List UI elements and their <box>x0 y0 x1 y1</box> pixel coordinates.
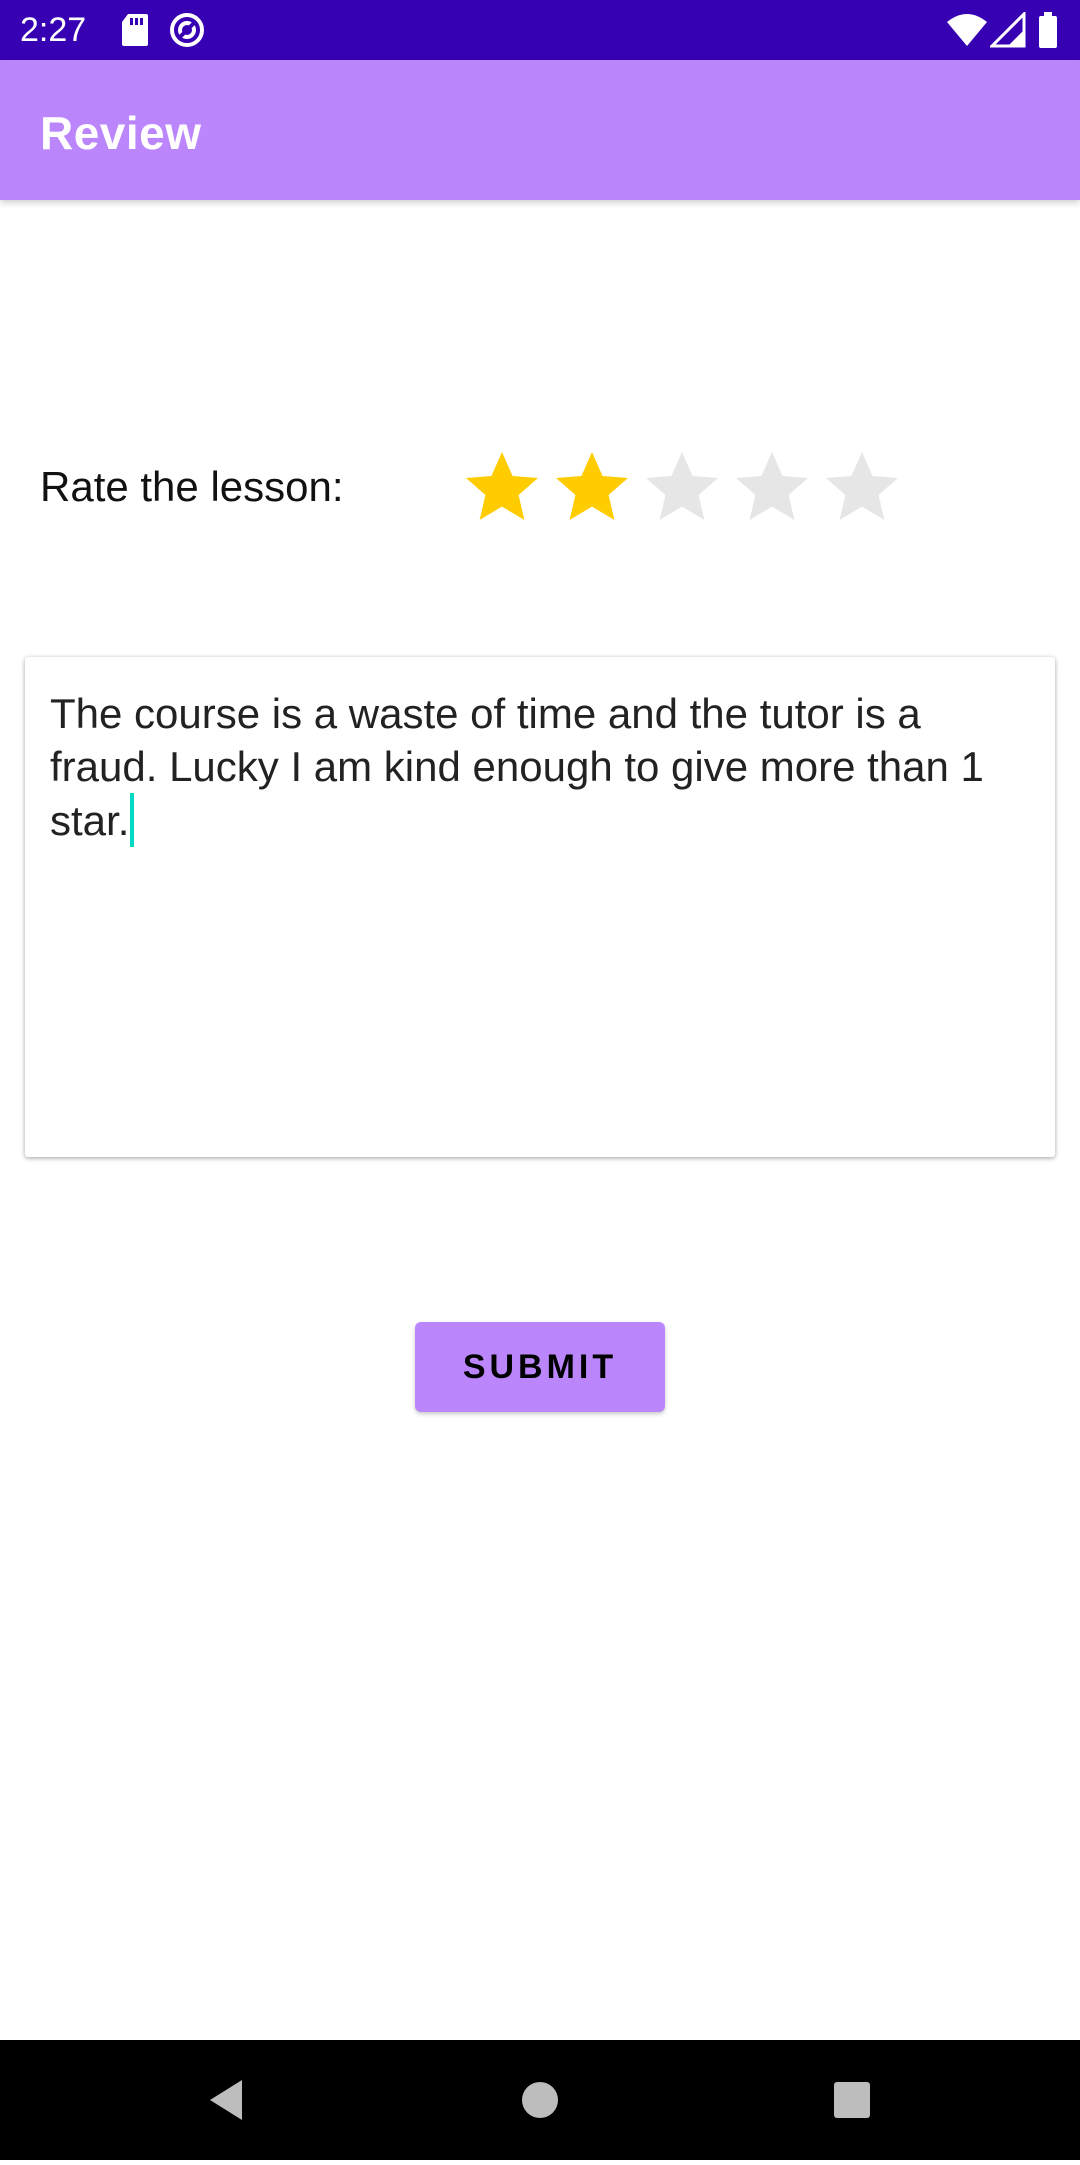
sync-icon <box>168 12 206 53</box>
star-empty-icon[interactable] <box>642 448 722 528</box>
back-icon[interactable] <box>190 2040 260 2165</box>
star-empty-icon[interactable] <box>822 448 902 528</box>
review-text: The course is a waste of time and the tu… <box>50 690 996 844</box>
rating-bar[interactable] <box>462 448 912 528</box>
star-filled-icon[interactable] <box>552 448 632 528</box>
navigation-bar <box>0 2040 1080 2160</box>
review-input[interactable]: The course is a waste of time and the tu… <box>50 687 1030 847</box>
star-filled-icon[interactable] <box>462 448 542 528</box>
battery-icon <box>1038 12 1058 53</box>
cell-signal-icon <box>988 10 1026 53</box>
review-card: The course is a waste of time and the tu… <box>25 657 1055 1157</box>
page-title: Review <box>40 107 202 159</box>
submit-button[interactable]: SUBMIT <box>415 1322 665 1412</box>
status-time: 2:27 <box>20 11 87 49</box>
status-bar: 2:27 <box>0 0 1080 60</box>
wifi-icon <box>945 12 989 53</box>
home-icon[interactable] <box>505 2040 575 2165</box>
app-bar: Review <box>0 60 1080 200</box>
rating-label: Rate the lesson: <box>40 463 344 510</box>
text-cursor <box>130 793 135 847</box>
star-empty-icon[interactable] <box>732 448 812 528</box>
recents-icon[interactable] <box>817 2040 887 2165</box>
sd-card-icon <box>120 12 150 53</box>
